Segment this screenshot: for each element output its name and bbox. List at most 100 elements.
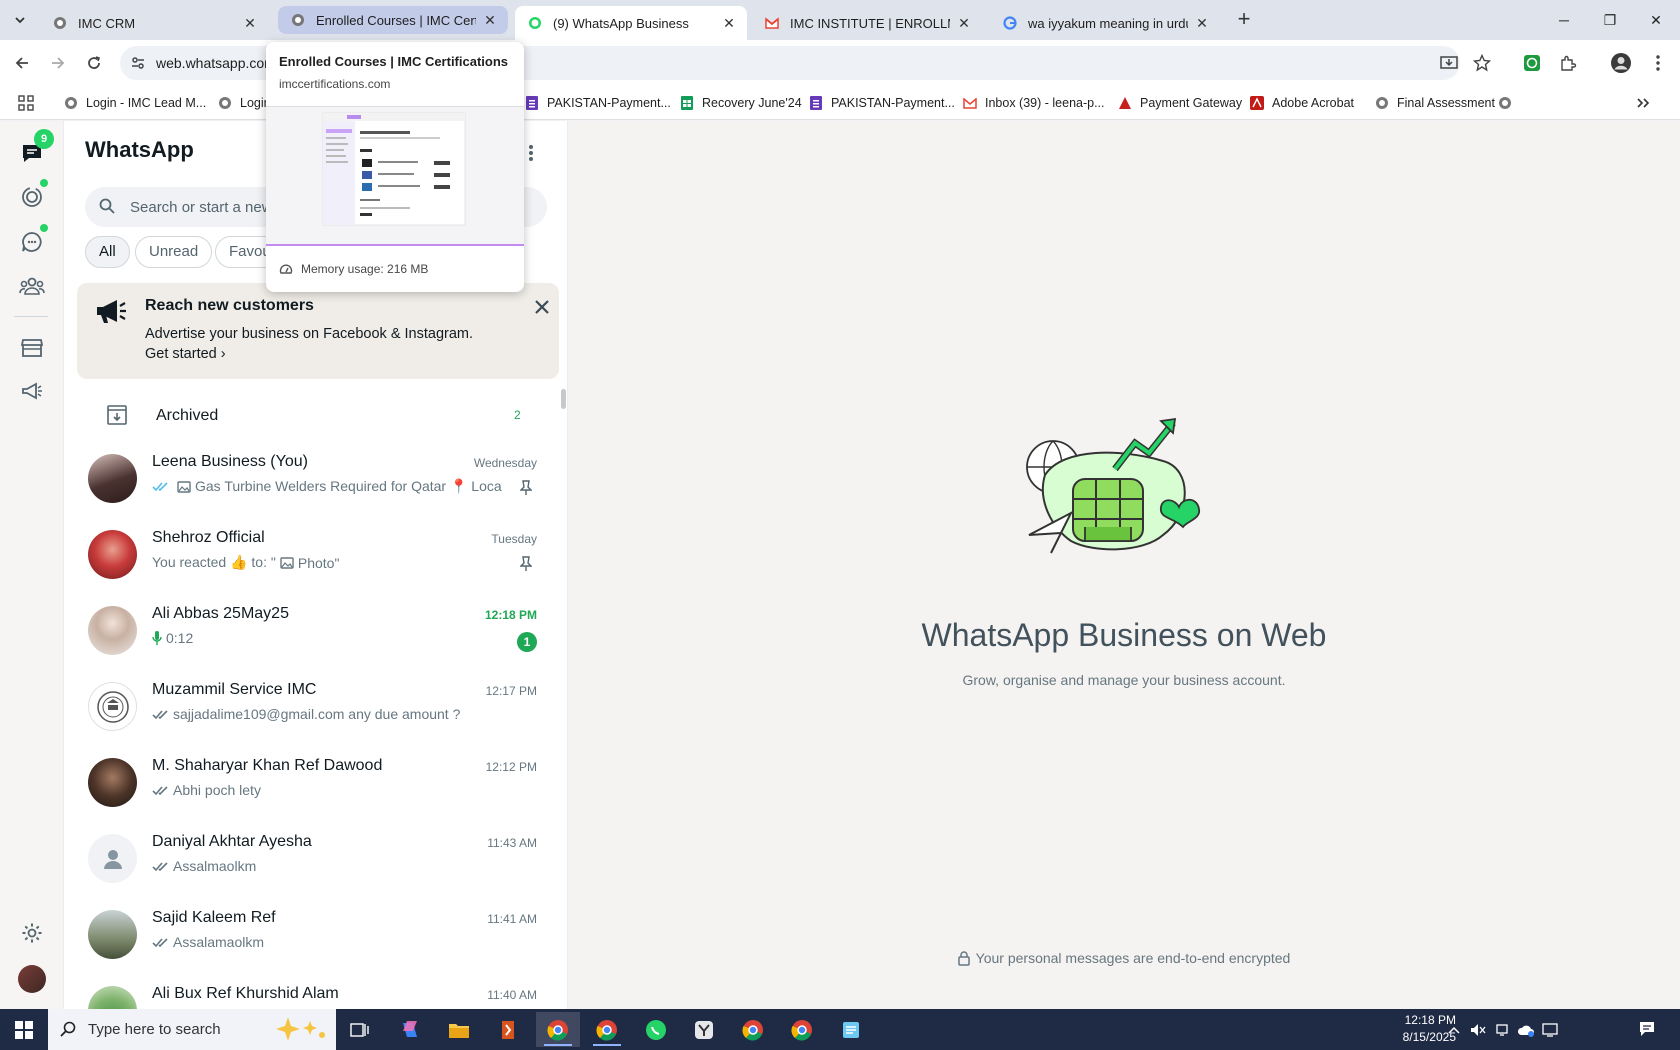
profile-avatar[interactable] [18, 965, 46, 993]
chat-preview: Gas Turbine Welders Required for Qatar 📍… [152, 478, 502, 495]
close-icon[interactable] [532, 297, 552, 317]
archived-row[interactable]: Archived 2 [64, 391, 567, 441]
channels-new-dot [40, 224, 48, 232]
system-clock[interactable]: 12:18 PM 8/15/2025 [1356, 1012, 1456, 1046]
new-tab-button[interactable]: + [1232, 8, 1256, 32]
arrow-right-icon [52, 57, 65, 69]
more-bookmarks-icon[interactable] [1636, 94, 1650, 112]
promo-get-started-link[interactable]: Get started › [145, 346, 226, 362]
install-app-icon[interactable] [1437, 51, 1461, 75]
apps-grid-icon[interactable] [18, 94, 34, 112]
bookmark-item[interactable]: Login - IMC Lead M... [64, 94, 206, 112]
settings-nav-button[interactable] [16, 917, 48, 949]
bookmark-label: Final Assessment [1397, 96, 1495, 110]
chat-row[interactable]: Muzammil Service IMC 12:17 PM sajjadalim… [64, 671, 567, 747]
chat-name: M. Shaharyar Khan Ref Dawood [152, 757, 383, 774]
url-text: web.whatsapp.com [156, 55, 276, 71]
tab-enrolled-courses[interactable]: Enrolled Courses | IMC Certifications ✕ [278, 6, 508, 34]
adobe-acrobat-icon [1250, 96, 1264, 110]
chrome-taskbar-icon[interactable] [536, 1012, 580, 1047]
bookmark-item[interactable]: Inbox (39) - leena-p... [963, 94, 1105, 112]
clock-date: 8/15/2025 [1402, 1030, 1456, 1044]
copilot-icon[interactable] [388, 1012, 432, 1047]
advertise-nav-button[interactable] [16, 375, 48, 407]
chrome-taskbar-icon[interactable] [731, 1012, 775, 1047]
chat-preview-text: sajjadalime109@gmail.com any due amount … [173, 706, 461, 722]
display-icon[interactable] [1541, 1021, 1559, 1039]
close-tab-icon[interactable]: ✕ [721, 15, 737, 31]
app-icon[interactable] [486, 1012, 530, 1047]
close-tab-icon[interactable]: ✕ [482, 12, 498, 28]
profile-avatar-icon[interactable] [1609, 51, 1633, 75]
start-button[interactable] [0, 1009, 48, 1050]
bookmark-item[interactable]: Payment Gateway [1118, 94, 1242, 112]
chat-row[interactable]: Sajid Kaleem Ref 11:41 AM Assalamaolkm [64, 899, 567, 975]
restore-button[interactable]: ❐ [1587, 0, 1633, 40]
delivered-ticks-icon [152, 709, 169, 720]
network-icon[interactable] [1493, 1021, 1511, 1039]
chat-time: 12:12 PM [485, 760, 537, 774]
app-icon[interactable] [682, 1012, 726, 1047]
back-button[interactable] [10, 51, 34, 75]
forward-button[interactable] [46, 51, 70, 75]
bookmark-star-icon[interactable] [1470, 51, 1494, 75]
minimize-button[interactable]: ─ [1541, 0, 1587, 40]
close-tab-icon[interactable]: ✕ [1194, 15, 1210, 31]
site-info-icon[interactable] [130, 55, 146, 71]
file-explorer-icon[interactable] [437, 1012, 481, 1047]
filter-unread[interactable]: Unread [135, 236, 213, 268]
windows-taskbar: Type here to search 12:18 PM 8/15/2025 [0, 1009, 1680, 1050]
extensions-puzzle-icon[interactable] [1556, 51, 1580, 75]
bookmark-item[interactable]: PAKISTAN-Payment... [809, 94, 955, 112]
cloud-sync-icon[interactable] [1517, 1021, 1535, 1039]
whatsapp-taskbar-icon[interactable] [634, 1012, 678, 1047]
chrome-taskbar-icon[interactable] [780, 1012, 824, 1047]
payment-gateway-icon [1118, 96, 1132, 110]
chat-row[interactable]: M. Shaharyar Khan Ref Dawood 12:12 PM Ab… [64, 747, 567, 823]
bookmark-item[interactable]: Final Assessment [1375, 94, 1495, 112]
tab-google-search[interactable]: wa iyyakum meaning in urdu - Google Sear… [990, 6, 1220, 40]
tab-imc-institute[interactable]: IMC INSTITUTE | ENROLLMENT ✕ [752, 6, 982, 40]
chrome-menu-icon[interactable] [1646, 51, 1670, 75]
tab-imc-crm[interactable]: IMC CRM ✕ [40, 6, 268, 40]
rail-divider [14, 316, 48, 317]
chrome-profile-taskbar-icon[interactable] [585, 1012, 629, 1047]
more-vertical-icon [529, 145, 533, 161]
whatsapp-extension-icon[interactable] [1520, 51, 1544, 75]
catalog-nav-button[interactable] [16, 331, 48, 363]
imc-favicon-icon [290, 12, 306, 28]
bookmark-item[interactable]: Adobe Acrobat [1250, 94, 1354, 112]
notepad-icon[interactable] [829, 1012, 873, 1047]
bookmark-item[interactable]: PAKISTAN-Payment... [525, 94, 671, 112]
close-window-button[interactable]: ✕ [1633, 0, 1679, 40]
welcome-subtitle: Grow, organise and manage your business … [962, 672, 1286, 688]
imc-favicon-icon [1375, 96, 1389, 110]
chat-preview-prefix: You reacted 👍 to: " [152, 554, 276, 570]
reload-button[interactable] [82, 51, 106, 75]
tab-whatsapp-business[interactable]: (9) WhatsApp Business ✕ [515, 6, 747, 40]
megaphone-icon [95, 297, 127, 325]
bookmark-item[interactable]: Login [218, 94, 271, 112]
chat-row[interactable]: Ali Abbas 25May25 12:18 PM 0:12 1 [64, 595, 567, 671]
bookmark-label: Adobe Acrobat [1272, 96, 1355, 110]
bookmark-item[interactable] [1498, 94, 1520, 112]
bookmark-item[interactable]: Recovery June'24 [680, 94, 802, 112]
scrollbar-thumb[interactable] [561, 389, 566, 409]
chat-name: Ali Bux Ref Khurshid Alam [152, 985, 339, 1002]
chat-row[interactable]: Shehroz Official Tuesday You reacted 👍 t… [64, 519, 567, 595]
filter-all[interactable]: All [85, 236, 130, 268]
close-tab-icon[interactable]: ✕ [242, 15, 258, 31]
chat-row[interactable]: Ali Bux Ref Khurshid Alam 11:40 AM [64, 975, 567, 1009]
tab-search-button[interactable] [8, 8, 32, 32]
chat-preview: You reacted 👍 to: " Photo" [152, 554, 502, 571]
notification-center-icon[interactable] [1638, 1020, 1656, 1038]
close-tab-icon[interactable]: ✕ [956, 15, 972, 31]
volume-muted-icon[interactable] [1469, 1021, 1487, 1039]
chat-preview-text: Assalmaolkm [173, 858, 257, 874]
taskbar-search-input[interactable]: Type here to search [48, 1009, 336, 1050]
chat-row[interactable]: Leena Business (You) Wednesday Gas Turbi… [64, 443, 567, 519]
task-view-icon[interactable] [338, 1012, 382, 1047]
communities-nav-button[interactable] [16, 270, 48, 302]
search-icon [60, 1021, 76, 1037]
chat-row[interactable]: Daniyal Akhtar Ayesha 11:43 AM Assalmaol… [64, 823, 567, 899]
